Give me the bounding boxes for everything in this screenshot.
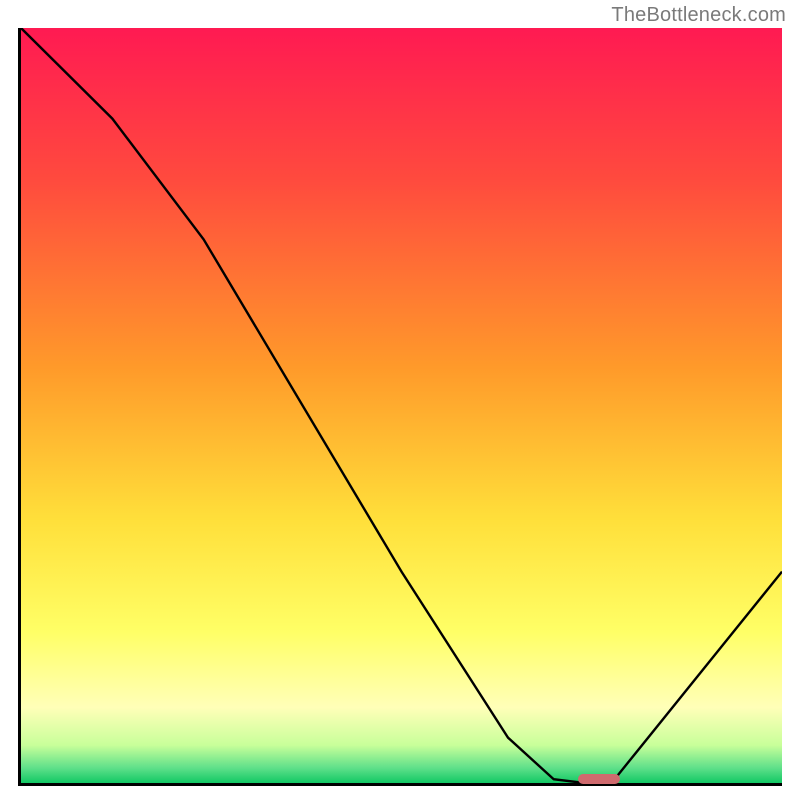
optimal-marker — [578, 774, 620, 784]
chart-svg — [21, 28, 782, 783]
bottleneck-chart — [18, 28, 782, 786]
watermark-text: TheBottleneck.com — [611, 4, 786, 27]
chart-background — [21, 28, 782, 783]
